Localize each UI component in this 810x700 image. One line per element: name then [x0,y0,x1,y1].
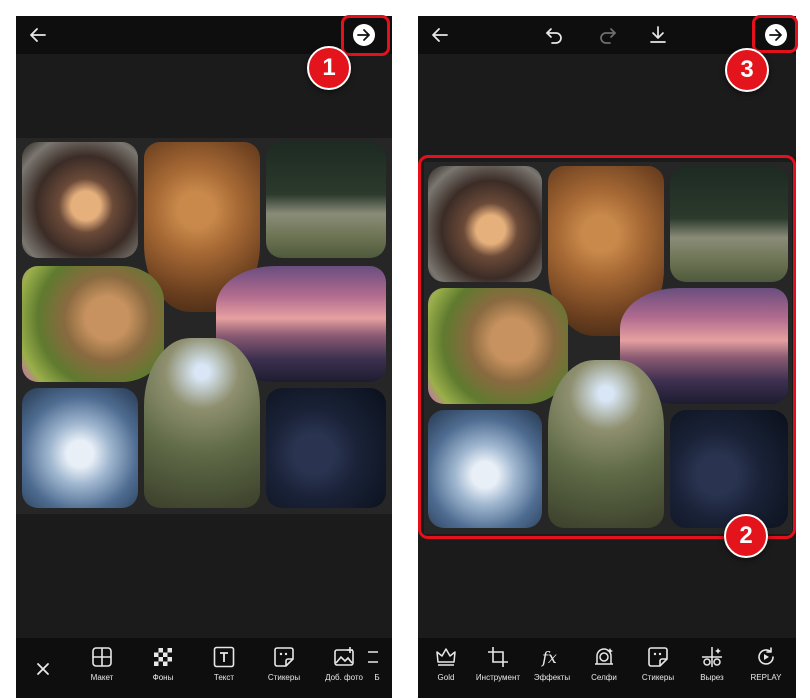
tool-stickers[interactable]: Стикеры [630,646,686,696]
tool-cutoff[interactable]: Б [362,646,392,696]
cutoff-icon [368,651,378,663]
tool-label: Б [374,673,380,682]
tool-stickers[interactable]: Стикеры [256,646,312,696]
selfie-icon [595,648,613,665]
tool-label: Фоны [152,673,174,682]
collage-photo-flowers[interactable] [22,142,138,258]
collage-photo-mouse[interactable] [22,266,164,382]
undo-icon[interactable] [542,23,566,47]
sticker-icon [274,647,294,667]
svg-text:fx: fx [541,648,557,667]
tool-label: Вырез [700,673,724,682]
tool-cutout[interactable]: Вырез [684,646,740,696]
tool-label: Gold [437,673,455,682]
highlight-next-right [752,15,798,53]
step-badge-2: 2 [724,514,768,558]
tool-effects[interactable]: fx Эффекты [524,646,580,696]
fx-icon: fx [541,648,557,667]
step-badge-1: 1 [307,46,351,90]
left-screen: Макет Фоны Текст Стикеры Доб. фото Б [16,16,392,698]
tool-label: Текст [213,673,235,682]
tool-backgrounds[interactable]: Фоны [135,646,191,696]
bottom-toolbar: Gold Инструмент fx Эффекты Селфи Стикеры… [418,638,796,698]
step-badge-3: 3 [725,48,769,92]
collage-canvas[interactable] [16,138,392,514]
tool-layout[interactable]: Макет [74,646,130,696]
tool-label: Стикеры [267,673,301,682]
highlight-next-left [341,15,390,56]
tool-label: Стикеры [641,673,675,682]
collage-photo-pine[interactable] [22,388,138,508]
layout-grid-icon [92,647,112,667]
tool-label: Инструмент [475,673,521,682]
checkerboard-icon [154,648,172,666]
collage-photo-forest[interactable] [144,338,260,508]
tool-label: REPLAY [750,673,782,682]
collage-photo-stars[interactable] [266,388,386,508]
tool-replay[interactable]: REPLAY [738,646,794,696]
add-photo-icon [334,647,354,666]
tool-label: Макет [90,673,114,682]
tool-label: Доб. фото [325,673,363,682]
crop-icon [488,647,508,667]
back-arrow-icon[interactable] [26,23,50,47]
tool-label: Селфи [591,673,617,682]
replay-icon [758,647,774,665]
text-t-icon [213,646,235,668]
tool-label: Эффекты [533,673,571,682]
collage-photo-church[interactable] [266,142,386,258]
tool-selfie[interactable]: Селфи [576,646,632,696]
sticker-icon [648,647,668,667]
tool-text[interactable]: Текст [196,646,252,696]
tool-gold[interactable]: Gold [418,646,474,696]
download-icon[interactable] [646,23,670,47]
cutout-icon [702,647,722,667]
highlight-collage [418,155,796,539]
crown-icon [436,648,456,666]
bottom-toolbar: Макет Фоны Текст Стикеры Доб. фото Б [16,638,392,698]
redo-icon[interactable] [596,23,620,47]
close-icon[interactable] [32,658,54,680]
tool-instrument[interactable]: Инструмент [470,646,526,696]
back-arrow-icon[interactable] [428,23,452,47]
